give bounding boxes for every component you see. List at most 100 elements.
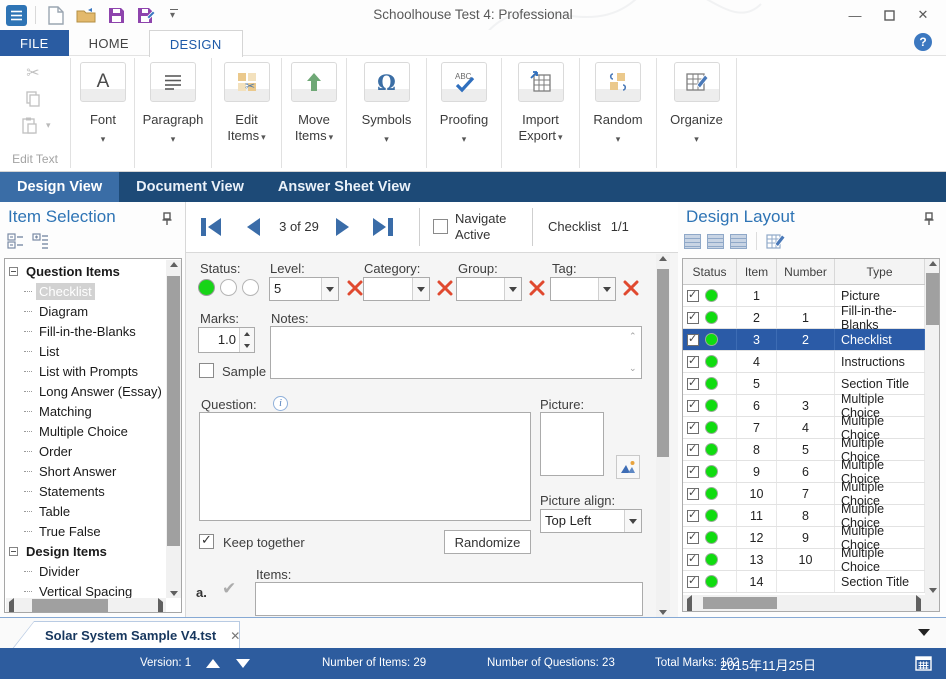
- tree-item[interactable]: Divider: [7, 561, 163, 581]
- help-icon[interactable]: ?: [914, 33, 932, 51]
- tree-item[interactable]: Short Answer: [7, 461, 163, 481]
- design-layout-row[interactable]: 3 2 Checklist: [683, 329, 939, 351]
- tree-vertical-scrollbar[interactable]: [166, 260, 181, 598]
- pin-icon[interactable]: [162, 212, 172, 226]
- scroll-left-icon[interactable]: [687, 599, 692, 612]
- previous-item-button[interactable]: [238, 215, 268, 239]
- open-file-icon[interactable]: [74, 4, 98, 26]
- next-item-button[interactable]: [328, 215, 358, 239]
- random-button[interactable]: Random ▾: [580, 60, 656, 168]
- tree-item[interactable]: Diagram: [7, 301, 163, 321]
- tab-file[interactable]: FILE: [0, 30, 69, 56]
- save-icon[interactable]: [104, 4, 128, 26]
- tree-item[interactable]: Table: [7, 501, 163, 521]
- paste-caret-icon[interactable]: ▾: [46, 120, 51, 131]
- edit-table-icon[interactable]: [766, 233, 786, 250]
- notes-input[interactable]: [270, 326, 642, 379]
- paste-icon[interactable]: [16, 114, 42, 136]
- cut-icon[interactable]: ✂: [20, 62, 46, 84]
- tree-item[interactable]: Checklist: [7, 281, 163, 301]
- form-scroll-up-icon[interactable]: [656, 256, 670, 261]
- row-include-checkbox[interactable]: [687, 422, 699, 434]
- pin-icon[interactable]: [924, 212, 934, 226]
- collapse-all-icon[interactable]: [7, 233, 24, 249]
- tree-item[interactable]: Order: [7, 441, 163, 461]
- tab-design[interactable]: DESIGN: [149, 30, 243, 57]
- status-radio-3[interactable]: [242, 279, 259, 296]
- picture-box[interactable]: [540, 412, 604, 476]
- tree-item[interactable]: List: [7, 341, 163, 361]
- scroll-right-icon[interactable]: [916, 599, 921, 612]
- row-include-checkbox[interactable]: [687, 576, 699, 588]
- tab-home[interactable]: HOME: [69, 30, 149, 56]
- tree-item[interactable]: Fill-in-the-Blanks: [7, 321, 163, 341]
- tree-horizontal-scrollbar[interactable]: [6, 598, 166, 613]
- tree-item[interactable]: True False: [7, 521, 163, 541]
- tree-item[interactable]: Question Items: [7, 261, 163, 281]
- picture-align-combo[interactable]: Top Left: [540, 509, 642, 533]
- category-dropdown-icon[interactable]: [412, 278, 429, 300]
- version-up-icon[interactable]: [206, 659, 220, 668]
- row-include-checkbox[interactable]: [687, 400, 699, 412]
- scroll-right-icon[interactable]: [158, 602, 163, 613]
- table-view-small-icon[interactable]: [684, 234, 701, 249]
- design-layout-row[interactable]: 2 1 Fill-in-the-Blanks: [683, 307, 939, 329]
- row-include-checkbox[interactable]: [687, 444, 699, 456]
- status-radio-active[interactable]: [198, 279, 215, 296]
- marks-down-icon[interactable]: [240, 340, 254, 352]
- scroll-up-icon[interactable]: [166, 262, 181, 267]
- table-view-medium-icon[interactable]: [707, 234, 724, 249]
- move-items-button[interactable]: Move Items▾: [282, 60, 346, 168]
- maximize-button[interactable]: [874, 2, 904, 28]
- document-tab[interactable]: Solar System Sample V4.tst ✕: [13, 622, 239, 649]
- sample-checkbox[interactable]: [199, 363, 214, 378]
- group-dropdown-icon[interactable]: [504, 278, 521, 300]
- form-vertical-scrollbar[interactable]: [656, 254, 670, 617]
- notes-scroll-down-icon[interactable]: ⌄: [629, 363, 637, 374]
- marks-spinner[interactable]: 1.0: [198, 327, 255, 353]
- app-icon[interactable]: [6, 5, 27, 26]
- column-header-status[interactable]: Status: [683, 259, 737, 284]
- design-layout-row[interactable]: 13 10 Multiple Choice: [683, 549, 939, 571]
- randomize-button[interactable]: Randomize: [444, 530, 531, 554]
- font-button[interactable]: A Font ▾: [72, 60, 134, 168]
- scroll-up-icon[interactable]: [925, 261, 940, 266]
- tree-expander-icon[interactable]: [9, 547, 18, 556]
- tree-item[interactable]: Matching: [7, 401, 163, 421]
- tab-design-view[interactable]: Design View: [0, 172, 119, 202]
- save-as-icon[interactable]: [134, 4, 158, 26]
- marks-up-icon[interactable]: [240, 328, 254, 340]
- row-include-checkbox[interactable]: [687, 378, 699, 390]
- design-layout-row[interactable]: 14 Section Title: [683, 571, 939, 593]
- minimize-button[interactable]: —: [840, 2, 870, 28]
- tab-document-view[interactable]: Document View: [119, 172, 261, 202]
- design-layout-row[interactable]: 4 Instructions: [683, 351, 939, 373]
- row-include-checkbox[interactable]: [687, 290, 699, 302]
- status-radio-2[interactable]: [220, 279, 237, 296]
- row-include-checkbox[interactable]: [687, 554, 699, 566]
- picture-align-dropdown-icon[interactable]: [624, 510, 641, 532]
- tag-clear-icon[interactable]: [622, 279, 640, 297]
- table-vertical-scrollbar[interactable]: [925, 259, 940, 611]
- symbols-button[interactable]: Ω Symbols ▾: [347, 60, 426, 168]
- category-combo[interactable]: [363, 277, 430, 301]
- group-clear-icon[interactable]: [528, 279, 546, 297]
- tag-combo[interactable]: [550, 277, 616, 301]
- group-combo[interactable]: [456, 277, 522, 301]
- edit-items-button[interactable]: ✂ Edit Items▾: [212, 60, 281, 168]
- tree-item[interactable]: Design Items: [7, 541, 163, 561]
- organize-button[interactable]: Organize ▾: [657, 60, 736, 168]
- tab-answer-sheet-view[interactable]: Answer Sheet View: [261, 172, 428, 202]
- copy-icon[interactable]: [20, 88, 46, 110]
- table-view-large-icon[interactable]: [730, 234, 747, 249]
- picture-browse-button[interactable]: [616, 455, 640, 479]
- form-scroll-down-icon[interactable]: [656, 610, 670, 615]
- tag-dropdown-icon[interactable]: [598, 278, 615, 300]
- column-header-number[interactable]: Number: [777, 259, 835, 284]
- tree-item[interactable]: Multiple Choice: [7, 421, 163, 441]
- tree-item[interactable]: Long Answer (Essay): [7, 381, 163, 401]
- tree-item[interactable]: List with Prompts: [7, 361, 163, 381]
- level-clear-icon[interactable]: [346, 279, 364, 297]
- row-include-checkbox[interactable]: [687, 466, 699, 478]
- row-include-checkbox[interactable]: [687, 510, 699, 522]
